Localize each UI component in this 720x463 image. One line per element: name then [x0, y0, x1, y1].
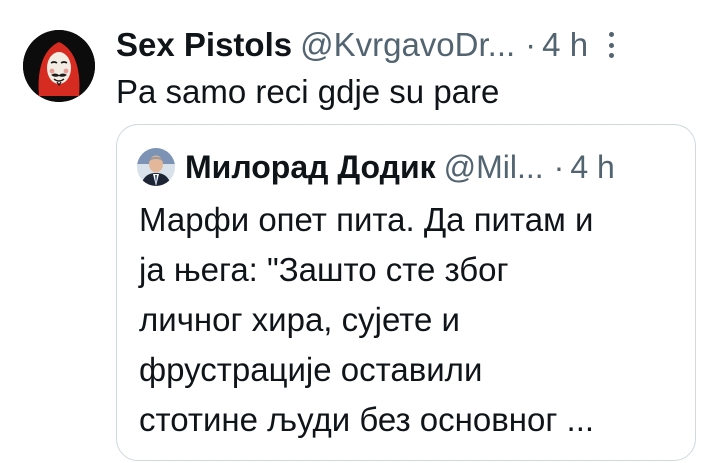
quoted-text-line: ја њега: "Зашто сте због	[139, 251, 509, 288]
tweet-header: Sex Pistols @KvrgavoDr... · 4 h	[116, 22, 706, 68]
quoted-display-name[interactable]: Милорад Додик	[185, 145, 436, 189]
quoted-tweet-text: Марфи опет пита. Да питам и ја њега: "За…	[139, 195, 679, 445]
timestamp[interactable]: 4 h	[542, 22, 588, 68]
more-options-icon[interactable]	[606, 32, 616, 58]
tweet-text: Pa samo reci gdje su pare	[116, 73, 500, 110]
user-handle[interactable]: @KvrgavoDr...	[300, 22, 515, 68]
quoted-timestamp[interactable]: 4 h	[570, 145, 614, 189]
header-separator: ·	[525, 26, 537, 63]
money-heist-mask-icon	[23, 30, 95, 102]
quoted-text-line: стотине људи без основног ...	[139, 401, 595, 438]
display-name[interactable]: Sex Pistols	[116, 22, 292, 68]
quoted-tweet-header: Милорад Додик @Mil... · 4 h	[137, 145, 615, 189]
quoted-tweet-card[interactable]: Милорад Додик @Mil... · 4 h Марфи опет п…	[116, 124, 696, 461]
profile-photo-icon	[137, 148, 175, 186]
quoted-text-line: Марфи опет пита. Да питам и	[139, 201, 594, 238]
quoted-text-line: фрустрације оставили	[139, 351, 483, 388]
tweet[interactable]: Sex Pistols @KvrgavoDr... · 4 h Pa samo …	[0, 0, 720, 463]
quoted-text-line: личног хира, сујете и	[139, 301, 460, 338]
avatar[interactable]	[23, 30, 95, 102]
quoted-user-handle[interactable]: @Mil...	[444, 145, 544, 189]
quoted-header-separator: ·	[553, 149, 565, 185]
quoted-avatar[interactable]	[137, 148, 175, 186]
